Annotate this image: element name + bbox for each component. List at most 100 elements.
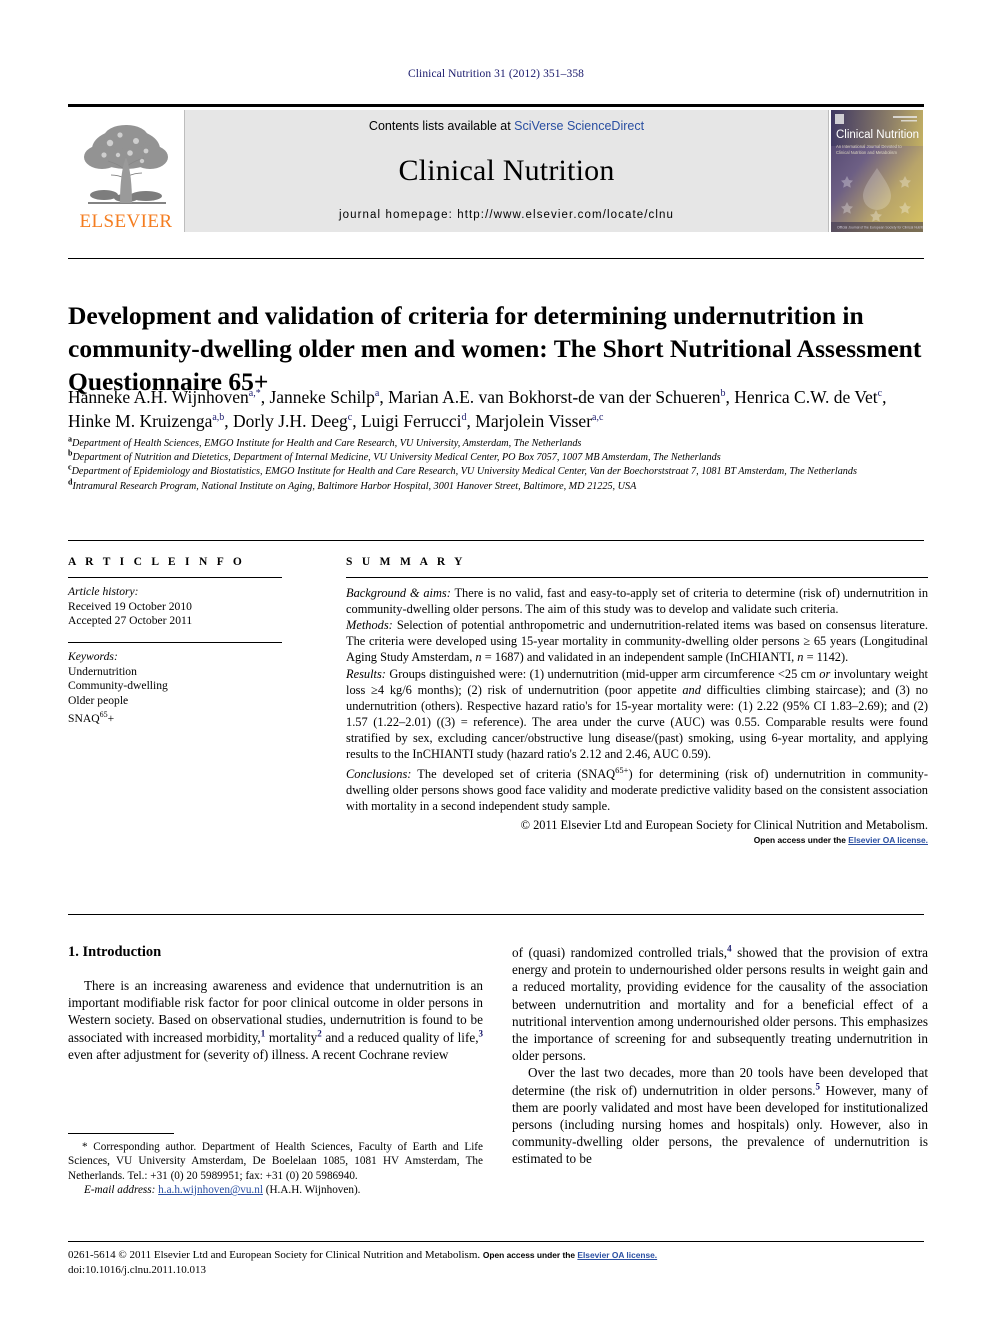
affiliation-text: Department of Nutrition and Dietetics, D… — [72, 452, 721, 464]
svg-text:An International Journal Devot: An International Journal Devoted to — [836, 144, 902, 149]
article-history-label: Article history: — [68, 585, 139, 599]
affiliation-item: dIntramural Research Program, National I… — [68, 478, 930, 494]
keyword-item: Community-dwelling — [68, 679, 168, 693]
author-name: Janneke Schilp — [269, 387, 375, 407]
keywords-label: Keywords: — [68, 649, 118, 663]
intro-text-b: mortality — [265, 1029, 318, 1045]
issn-text: 0261-5614 © 2011 Elsevier Ltd and Europe… — [68, 1249, 483, 1261]
citation-ref-3[interactable]: 3 — [479, 1028, 484, 1038]
intro-text-c: and a reduced quality of life, — [321, 1029, 479, 1045]
affiliation-text: Intramural Research Program, National In… — [72, 480, 637, 492]
contents-available-line: Contents lists available at SciVerse Sci… — [185, 119, 828, 133]
intro-text-d: even after adjustment for (severity of) … — [68, 1046, 449, 1062]
email-address-link[interactable]: h.a.h.wijnhoven@vu.nl — [158, 1184, 263, 1196]
journal-band: Contents lists available at SciVerse Sci… — [184, 110, 829, 232]
title-separator — [68, 258, 924, 260]
abstract-conclusions-text-1: The developed set of criteria (SNAQ — [411, 767, 616, 782]
keyword-snaq-base: SNAQ — [68, 712, 100, 726]
author-affiliation-mark: a,c — [592, 412, 604, 424]
author-name: Hinke M. Kruizenga — [68, 411, 213, 431]
abstract-results-label: Results: — [346, 666, 386, 681]
doi-line[interactable]: doi:10.1016/j.clnu.2011.10.013 — [68, 1263, 930, 1278]
elsevier-tree-icon — [84, 125, 168, 204]
intro-paragraph-left: There is an increasing awareness and evi… — [68, 977, 483, 1063]
bottom-open-access-prefix: Open access under the — [482, 1250, 578, 1260]
abstract-conclusions-label: Conclusions: — [346, 767, 412, 782]
footnote-rule — [68, 1133, 174, 1135]
bottom-rule — [68, 1241, 924, 1243]
abstract-results: Results: Groups distinguished were: (1) … — [346, 666, 928, 763]
info-separator — [68, 540, 924, 542]
abstract-results-text-1: Groups distinguished were: (1) undernutr… — [385, 666, 820, 681]
author-name: Henrica C.W. de Vet — [734, 387, 878, 407]
affiliation-text: Department of Health Sciences, EMGO Inst… — [72, 438, 582, 449]
author-affiliation-mark: c — [877, 388, 883, 400]
affiliation-item: aDepartment of Health Sciences, EMGO Ins… — [68, 435, 930, 451]
elsevier-oa-license-link[interactable]: Elsevier OA license. — [848, 835, 928, 845]
intro-right-text-b: showed that the provision of extra energ… — [512, 945, 929, 1064]
svg-text:Clinical Nutrition: Clinical Nutrition — [836, 129, 919, 141]
abstract-methods-text-2: = 1687) and validated in an independent … — [481, 650, 798, 665]
body-separator — [68, 914, 924, 916]
keywords-rule — [68, 641, 282, 643]
author-affiliation-mark: a,b — [212, 412, 225, 424]
journal-masthead: ELSEVIER Contents lists available at Sci… — [68, 110, 924, 232]
issn-doi-block: 0261-5614 © 2011 Elsevier Ltd and Europe… — [68, 1248, 930, 1277]
affiliation-item: cDepartment of Epidemiology and Biostati… — [68, 464, 930, 479]
abstract-conclusions: Conclusions: The developed set of criter… — [346, 762, 928, 814]
elsevier-wordmark: ELSEVIER — [79, 211, 173, 232]
summary-column: S U M M A R Y Background & aims: There i… — [346, 556, 928, 845]
author-affiliation-mark[interactable]: a,* — [249, 388, 261, 399]
article-info-heading: A R T I C L E I N F O — [68, 556, 246, 568]
intro-paragraph-right-2: Over the last two decades, more than 20 … — [512, 1064, 928, 1167]
journal-homepage-link[interactable]: journal homepage: http://www.elsevier.co… — [185, 209, 828, 221]
sciencedirect-link[interactable]: SciVerse ScienceDirect — [514, 119, 644, 133]
keywords-block: Keywords: Undernutrition Community-dwell… — [68, 650, 282, 727]
author-name: Marjolein Visser — [475, 411, 593, 431]
intro-right-text-a: of (quasi) randomized controlled trials, — [512, 945, 728, 960]
abstract-background: Background & aims: There is no valid, fa… — [346, 585, 928, 617]
journal-title: Clinical Nutrition — [398, 154, 615, 187]
author-affiliation-mark: c — [347, 412, 353, 424]
journal-article-page: Clinical Nutrition 31 (2012) 351–358 ELS… — [0, 0, 992, 1323]
footnote-corresponding-text: * Corresponding author. Department of He… — [68, 1141, 483, 1182]
elsevier-logo: ELSEVIER — [68, 110, 184, 232]
abstract-methods-label: Methods: — [346, 618, 393, 633]
email-owner: (H.A.H. Wijnhoven). — [262, 1184, 361, 1197]
open-access-line: Open access under the Elsevier OA licens… — [346, 835, 928, 845]
svg-text:Clinical Nutrition and Metabol: Clinical Nutrition and Metabolism — [836, 150, 897, 155]
article-info-rule — [68, 577, 282, 579]
abstract-conclusions-superscript: 65+ — [615, 765, 629, 776]
affiliation-text: Department of Epidemiology and Biostatis… — [71, 466, 857, 478]
issn-line: 0261-5614 © 2011 Elsevier Ltd and Europe… — [68, 1248, 930, 1263]
journal-cover-image: Clinical Nutrition An International Jour… — [830, 110, 923, 232]
author-name: Dorly J.H. Deeg — [233, 411, 348, 431]
body-column-left: 1. Introduction There is an increasing a… — [68, 944, 483, 1063]
summary-heading: S U M M A R Y — [346, 556, 466, 568]
open-access-prefix: Open access under the — [753, 834, 849, 845]
intro-paragraph-right-1: of (quasi) randomized controlled trials,… — [512, 944, 928, 1064]
bottom-elsevier-oa-license-link[interactable]: Elsevier OA license. — [577, 1250, 657, 1260]
email-address-label: E-mail address: — [84, 1184, 156, 1197]
keyword-item: Older people — [68, 693, 129, 707]
keyword-snaq-tail: + — [107, 712, 115, 726]
body-column-right: of (quasi) randomized controlled trials,… — [512, 944, 928, 1168]
article-info-column: A R T I C L E I N F O Article history: R… — [68, 556, 282, 727]
contents-prefix: Contents lists available at — [368, 119, 515, 133]
received-date: Received 19 October 2010 — [68, 599, 192, 613]
section-heading-introduction: 1. Introduction — [68, 944, 162, 960]
abstract-results-and: and — [682, 682, 701, 697]
summary-rule — [346, 577, 928, 579]
footnote-email-line: E-mail address: h.a.h.wijnhoven@vu.nl (H… — [68, 1183, 483, 1197]
keyword-item: Undernutrition — [68, 664, 137, 678]
keyword-snaq-superscript: 65 — [99, 710, 108, 720]
svg-text:Official Journal of the Europe: Official Journal of the European Society… — [837, 226, 923, 230]
author-name: Luigi Ferrucci — [360, 411, 462, 431]
copyright-line: © 2011 Elsevier Ltd and European Society… — [520, 817, 928, 832]
author-affiliation-mark: b — [720, 388, 726, 400]
author-name: Hanneke A.H. Wijnhoven — [68, 387, 249, 407]
author-name: Marian A.E. van Bokhorst-de van der Schu… — [388, 387, 721, 407]
abstract-methods: Methods: Selection of potential anthropo… — [346, 617, 928, 665]
author-affiliation-mark: a — [374, 388, 380, 400]
